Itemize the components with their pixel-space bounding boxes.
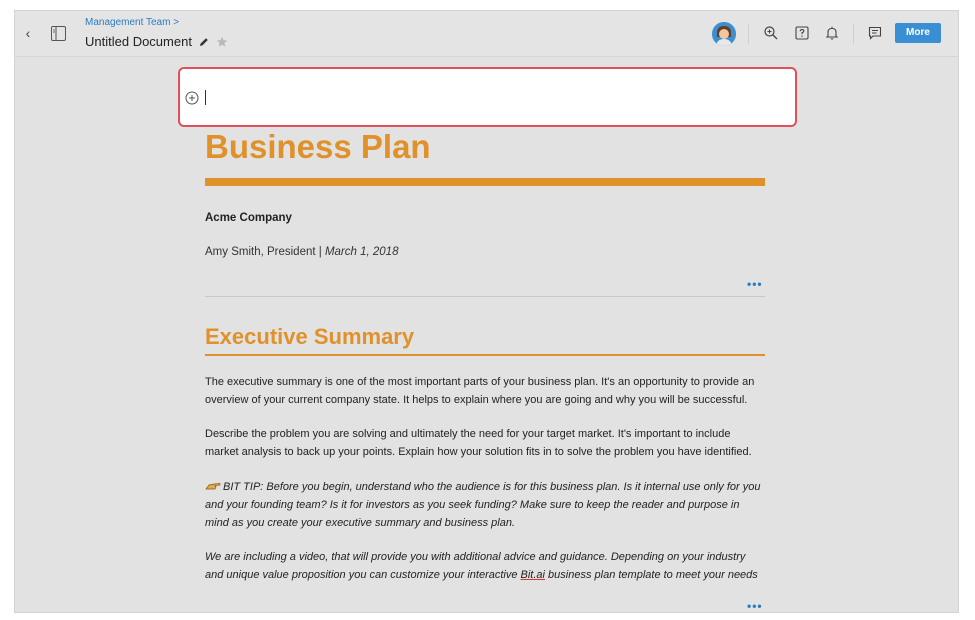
toolbar-divider: [853, 24, 854, 44]
comment-icon[interactable]: [867, 25, 883, 41]
avatar[interactable]: [712, 22, 736, 46]
block-input[interactable]: [178, 67, 797, 127]
bitai-link[interactable]: Bit.ai: [521, 569, 545, 581]
help-icon[interactable]: [794, 25, 810, 41]
text-cursor: [205, 90, 206, 105]
video-text-post: business plan template to meet your need…: [545, 569, 758, 581]
section-rule: [205, 354, 765, 356]
video-paragraph[interactable]: We are including a video, that will prov…: [205, 548, 765, 584]
block-options-icon[interactable]: •••: [747, 277, 763, 291]
app-window: ‹ Management Team > Untitled Document Mo…: [14, 10, 959, 613]
pencil-icon[interactable]: [198, 36, 210, 48]
company-name[interactable]: Acme Company: [205, 212, 292, 224]
back-icon[interactable]: ‹: [21, 24, 35, 42]
document-date: March 1, 2018: [324, 246, 399, 258]
author-line[interactable]: Amy Smith, President | March 1, 2018: [205, 246, 398, 258]
toolbar-divider: [748, 24, 749, 44]
divider: [205, 296, 765, 297]
more-button[interactable]: More: [895, 23, 941, 43]
title-rule: [205, 178, 765, 186]
doc-title[interactable]: Untitled Document: [85, 34, 192, 49]
paragraph[interactable]: Describe the problem you are solving and…: [205, 425, 765, 461]
paragraph[interactable]: The executive summary is one of the most…: [205, 373, 765, 409]
pointing-hand-icon: [205, 483, 221, 490]
document-title[interactable]: Business Plan: [205, 128, 431, 166]
star-icon[interactable]: [216, 36, 228, 48]
section-heading[interactable]: Executive Summary: [205, 324, 414, 350]
breadcrumb[interactable]: Management Team >: [85, 17, 179, 28]
plus-circle-icon[interactable]: [185, 91, 199, 105]
zoom-in-icon[interactable]: [763, 25, 779, 41]
tip-text: BIT TIP: Before you begin, understand wh…: [205, 481, 761, 529]
top-bar: ‹ Management Team > Untitled Document Mo…: [15, 11, 958, 57]
bell-icon[interactable]: [824, 25, 840, 41]
block-options-icon[interactable]: •••: [747, 599, 763, 612]
document-canvas: Business Plan Acme Company Amy Smith, Pr…: [15, 58, 958, 612]
sidebar-toggle-icon[interactable]: [51, 26, 66, 41]
tip-paragraph[interactable]: BIT TIP: Before you begin, understand wh…: [205, 478, 765, 532]
doc-title-row: Untitled Document: [85, 34, 228, 49]
author-name: Amy Smith, President |: [205, 246, 325, 258]
